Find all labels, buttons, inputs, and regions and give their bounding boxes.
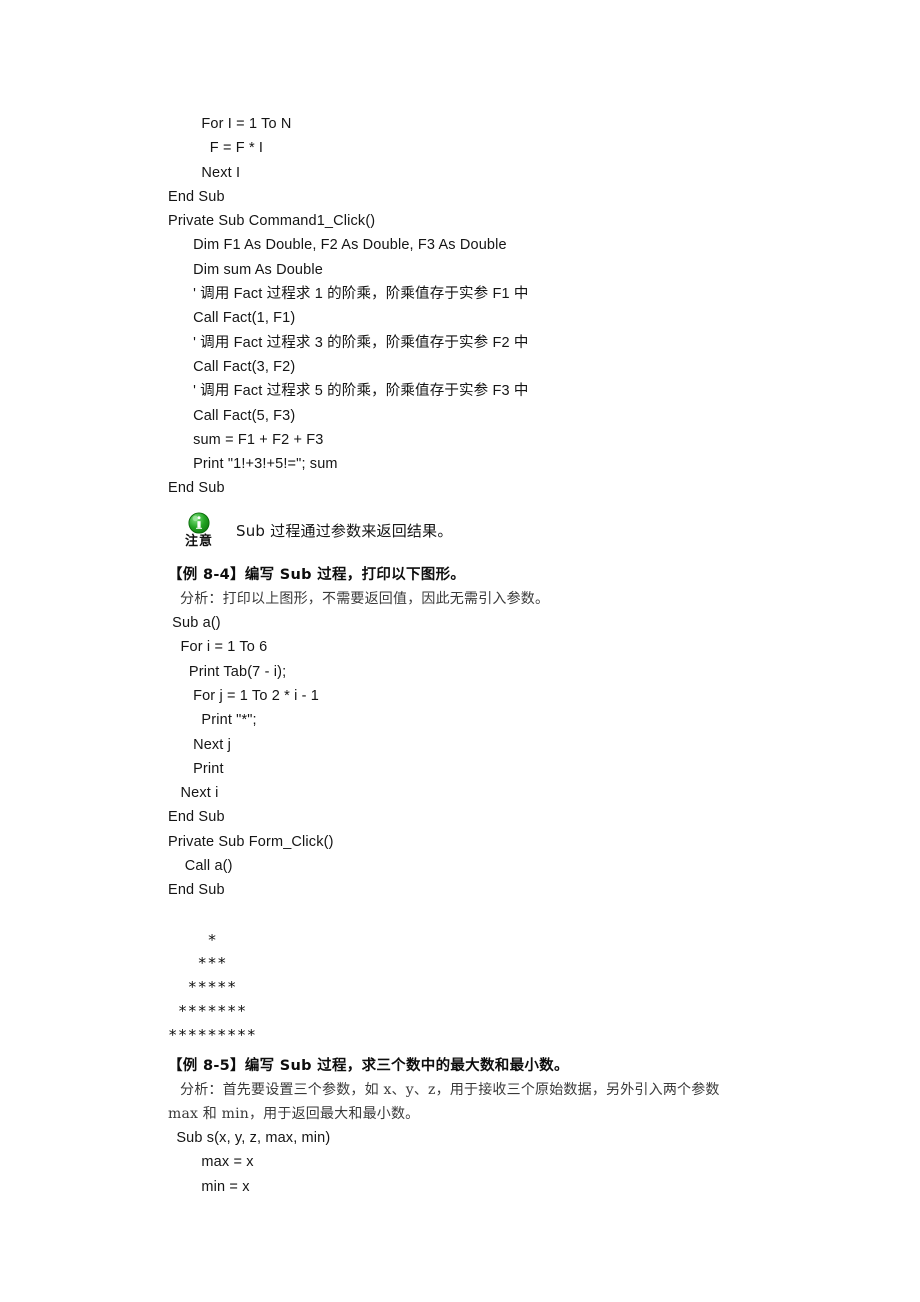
code-line: End Sub (168, 188, 225, 205)
example-8-4-output-pattern: * *** ***** ******* ********* (168, 929, 793, 1048)
code-line: End Sub (168, 882, 225, 899)
code-block-example-8-5: Sub s(x, y, z, max, min) max = x min = x (168, 1126, 793, 1199)
page-content: For I = 1 To N F = F * I Next I End Sub … (168, 112, 793, 1199)
code-line: For I = 1 To N (168, 116, 292, 132)
code-line: End Sub (168, 809, 225, 826)
code-line: Print (168, 760, 224, 777)
code-line: Call Fact(5, F3) (168, 407, 296, 424)
star-row: *** (168, 954, 227, 973)
code-line: Call Fact(1, F1) (168, 310, 296, 327)
note-callout: 注意 Sub 过程通过参数来返回结果。 (168, 512, 793, 561)
code-line: Sub a() (168, 615, 221, 632)
star-row: * (168, 930, 218, 949)
code-line: Next j (168, 736, 232, 753)
star-row: ******* (168, 1002, 247, 1020)
code-line: max = x (168, 1154, 254, 1171)
code-line: Print "1!+3!+5!="; sum (168, 456, 338, 473)
code-comment-line: ' 调用 Fact 过程求 1 的阶乘，阶乘值存于实参 F1 中 (168, 286, 529, 303)
code-line: Call Fact(3, F2) (168, 358, 296, 375)
star-row: ***** (168, 978, 237, 997)
code-line: Call a() (168, 858, 233, 875)
code-line: Next I (168, 164, 241, 181)
code-comment-line: ' 调用 Fact 过程求 3 的阶乘，阶乘值存于实参 F2 中 (168, 334, 529, 351)
example-8-5-heading: 【例 8-5】编写 Sub 过程，求三个数中的最大数和最小数。 (168, 1057, 569, 1074)
example-8-5-analysis-line-1: 分析：首先要设置三个参数，如 x、y、z，用于接收三个原始数据，另外引入两个参数 (180, 1081, 720, 1098)
star-row: ********* (168, 1025, 257, 1044)
document-page: For I = 1 To N F = F * I Next I End Sub … (0, 0, 920, 1302)
code-line: End Sub (168, 480, 225, 497)
code-line: sum = F1 + F2 + F3 (168, 431, 324, 448)
code-line: Next i (168, 785, 219, 802)
code-line: min = x (168, 1178, 250, 1195)
note-text: Sub 过程通过参数来返回结果。 (236, 521, 453, 540)
example-8-4-heading: 【例 8-4】编写 Sub 过程，打印以下图形。 (168, 566, 466, 583)
note-icon-label: 注意 (184, 533, 213, 549)
code-block-example-8-4: Sub a() For i = 1 To 6 Print Tab(7 - i);… (168, 611, 793, 903)
code-line: Print Tab(7 - i); (168, 663, 287, 680)
code-line: Private Sub Form_Click() (168, 833, 334, 850)
code-line: Print "*"; (168, 712, 257, 729)
info-circle-green-icon (188, 512, 210, 534)
code-line: Dim sum As Double (168, 261, 323, 278)
code-line: Sub s(x, y, z, max, min) (168, 1130, 331, 1147)
code-line: Dim F1 As Double, F2 As Double, F3 As Do… (168, 237, 507, 254)
example-8-4-analysis: 分析：打印以上图形，不需要返回值，因此无需引入参数。 (180, 590, 550, 607)
code-line: Private Sub Command1_Click() (168, 213, 376, 230)
code-block-fact-command1: For I = 1 To N F = F * I Next I End Sub … (168, 112, 793, 501)
code-comment-line: ' 调用 Fact 过程求 5 的阶乘，阶乘值存于实参 F3 中 (168, 383, 529, 400)
code-line: For i = 1 To 6 (168, 639, 268, 656)
example-8-5-analysis-line-2: max 和 min，用于返回最大和最小数。 (168, 1105, 420, 1122)
code-line: F = F * I (168, 140, 264, 157)
note-icon-group: 注意 (174, 512, 224, 549)
code-line: For j = 1 To 2 * i - 1 (168, 687, 320, 704)
